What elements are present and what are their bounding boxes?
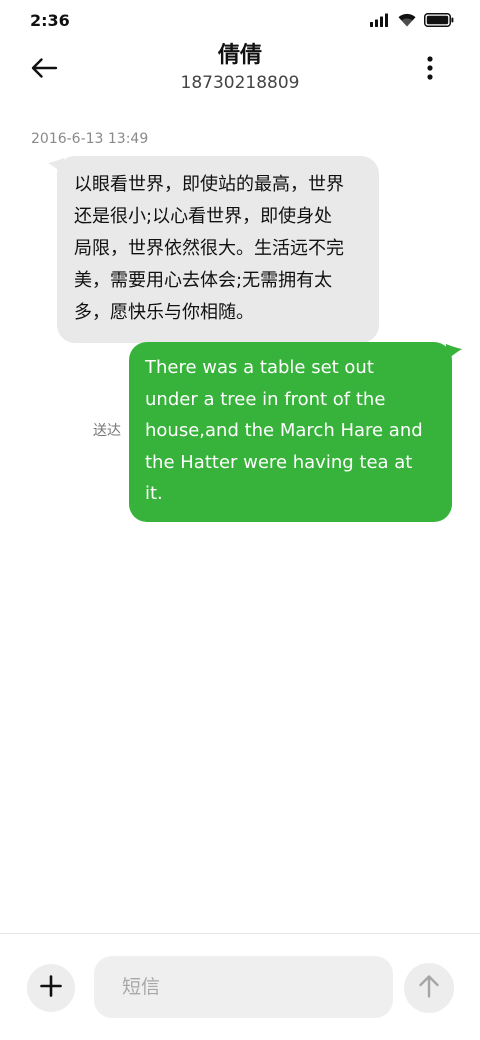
outgoing-message-line: There was a table set out — [145, 357, 374, 378]
contact-number: 18730218809 — [180, 73, 300, 93]
sms-conversation-screen: 2:36 倩倩 18730218809 2016-6-13 13:49 以眼看世… — [0, 0, 480, 1040]
outgoing-message-line: house,and the March Hare and — [145, 420, 423, 441]
contact-info[interactable]: 倩倩 18730218809 — [100, 40, 380, 94]
more-vertical-icon — [427, 56, 433, 84]
arrow-left-icon — [30, 57, 58, 83]
composer-divider — [0, 933, 480, 934]
incoming-message-line: 局限，世界依然很大。生活远不完 — [74, 238, 344, 259]
arrow-up-icon — [418, 974, 440, 1002]
outgoing-message-bubble[interactable]: There was a table set out under a tree i… — [129, 342, 452, 522]
add-attachment-button[interactable] — [27, 964, 75, 1012]
status-bar: 2:36 — [0, 0, 480, 40]
delivery-status: 送达 — [93, 423, 121, 439]
message-input[interactable] — [94, 956, 393, 1018]
incoming-message-line: 还是很小;以心看世界，即使身处 — [74, 206, 333, 227]
plus-icon — [40, 975, 62, 1001]
incoming-message-line: 以眼看世界，即使站的最高，世界 — [74, 174, 344, 195]
incoming-message-line: 美，需要用心去体会;无需拥有太 — [74, 270, 333, 291]
conversation-header: 倩倩 18730218809 — [0, 40, 480, 110]
incoming-message-bubble[interactable]: 以眼看世界，即使站的最高，世界 还是很小;以心看世界，即使身处 局限，世界依然很… — [57, 156, 379, 343]
message-timestamp: 2016-6-13 13:49 — [31, 131, 149, 147]
outgoing-message-line: it. — [145, 483, 163, 504]
incoming-message-line: 多，愿快乐与你相随。 — [74, 302, 254, 323]
send-button[interactable] — [404, 963, 454, 1013]
signal-icon — [370, 13, 390, 27]
battery-icon — [424, 13, 454, 27]
status-icons — [370, 13, 454, 27]
outgoing-message-line: the Hatter were having tea at — [145, 451, 413, 473]
status-time: 2:36 — [30, 10, 70, 30]
wifi-icon — [398, 13, 416, 27]
back-button[interactable] — [30, 52, 74, 88]
contact-name: 倩倩 — [217, 43, 262, 68]
outgoing-message-line: under a tree in front of the — [145, 388, 386, 410]
more-options-button[interactable] — [418, 54, 442, 86]
